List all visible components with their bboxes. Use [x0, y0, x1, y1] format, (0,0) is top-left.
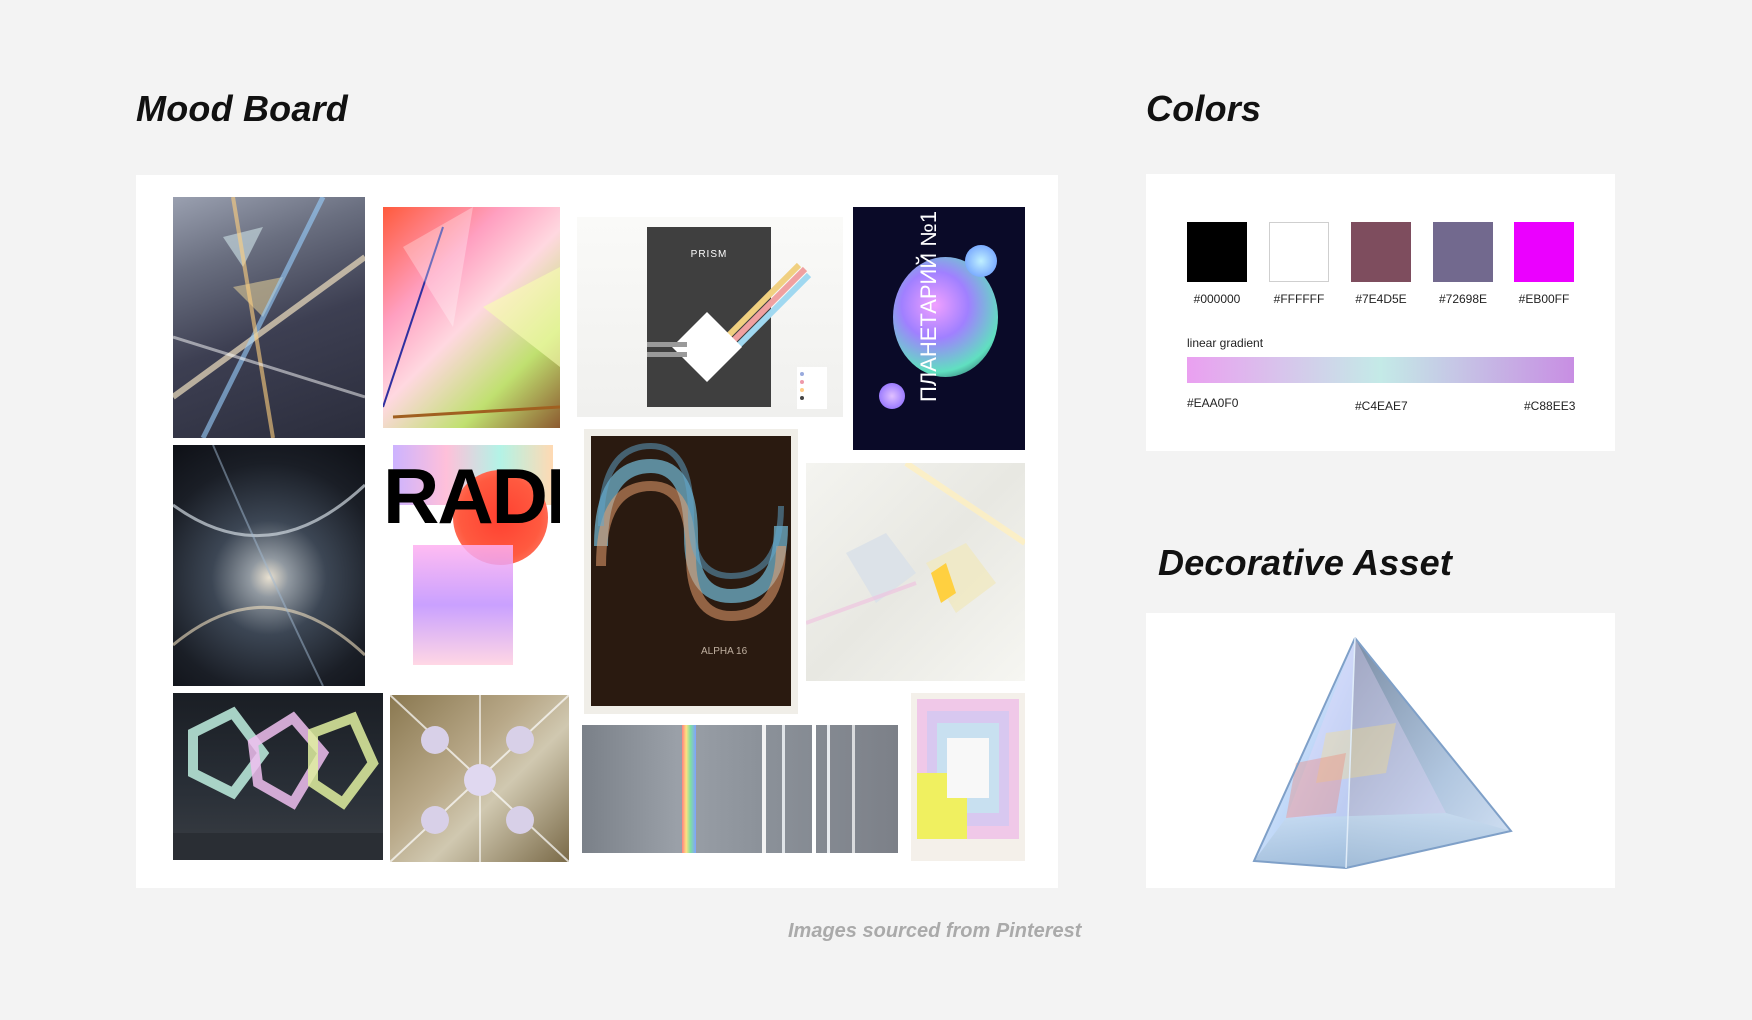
glass-pyramid-icon	[1252, 637, 1513, 870]
colorful-glass-shards-image[interactable]	[383, 207, 560, 428]
alpha-16-title: ALPHA 16	[701, 646, 748, 657]
mood-board-heading: Mood Board	[136, 88, 348, 129]
alpha-16-poster-image[interactable]: ALPHA 16	[584, 429, 798, 714]
swatch-label: #000000	[1193, 292, 1241, 306]
iridescent-sculpture-image[interactable]	[173, 693, 383, 860]
gradient-bar	[1187, 357, 1574, 383]
swatch-magenta	[1514, 222, 1574, 282]
gradient-stop-mid: #C4EAE7	[1355, 399, 1408, 413]
swatch-label: #EB00FF	[1518, 292, 1570, 306]
radiate-text: RADIATE	[383, 452, 560, 540]
prism-poster-image[interactable]: PRISM	[577, 217, 843, 417]
gradient-stop-start: #EAA0F0	[1187, 396, 1239, 410]
planetarium-poster-image[interactable]: ПЛАНЕТАРИЙ №1	[853, 207, 1025, 450]
swatch-mauve	[1351, 222, 1411, 282]
planetarium-title: ПЛАНЕТАРИЙ №1	[916, 210, 941, 402]
swatch-label: #7E4D5E	[1355, 292, 1407, 306]
pastel-squares-poster-image[interactable]	[911, 693, 1025, 861]
gradient-label: linear gradient	[1187, 336, 1264, 350]
mood-board-panel: PRISM ПЛАНЕТАРИЙ №1 RADIATE	[136, 175, 1058, 888]
swatch-purple-gray	[1433, 222, 1493, 282]
swatch-white	[1269, 222, 1329, 282]
swatch-label: #72698E	[1438, 292, 1488, 306]
radiate-typography-poster-image[interactable]: RADIATE	[383, 445, 560, 686]
swatch-label: #FFFFFF	[1273, 292, 1325, 306]
colors-heading: Colors	[1146, 88, 1262, 129]
gradient-stop-end: #C88EE3	[1524, 399, 1576, 413]
decorative-asset-heading: Decorative Asset	[1158, 542, 1453, 583]
decorative-asset-panel	[1146, 613, 1615, 888]
prism-light-beams-image[interactable]	[173, 197, 365, 438]
glass-cubes-image[interactable]	[806, 463, 1025, 681]
rainbow-light-strip-image[interactable]	[582, 725, 898, 853]
swatch-black	[1187, 222, 1247, 282]
image-credit: Images sourced from Pinterest	[788, 920, 1082, 942]
kaleidoscope-flowers-image[interactable]	[390, 695, 569, 862]
colors-panel: #000000 #FFFFFF #7E4D5E #72698E #EB00FF …	[1146, 174, 1615, 451]
light-tunnel-image[interactable]	[173, 445, 365, 686]
